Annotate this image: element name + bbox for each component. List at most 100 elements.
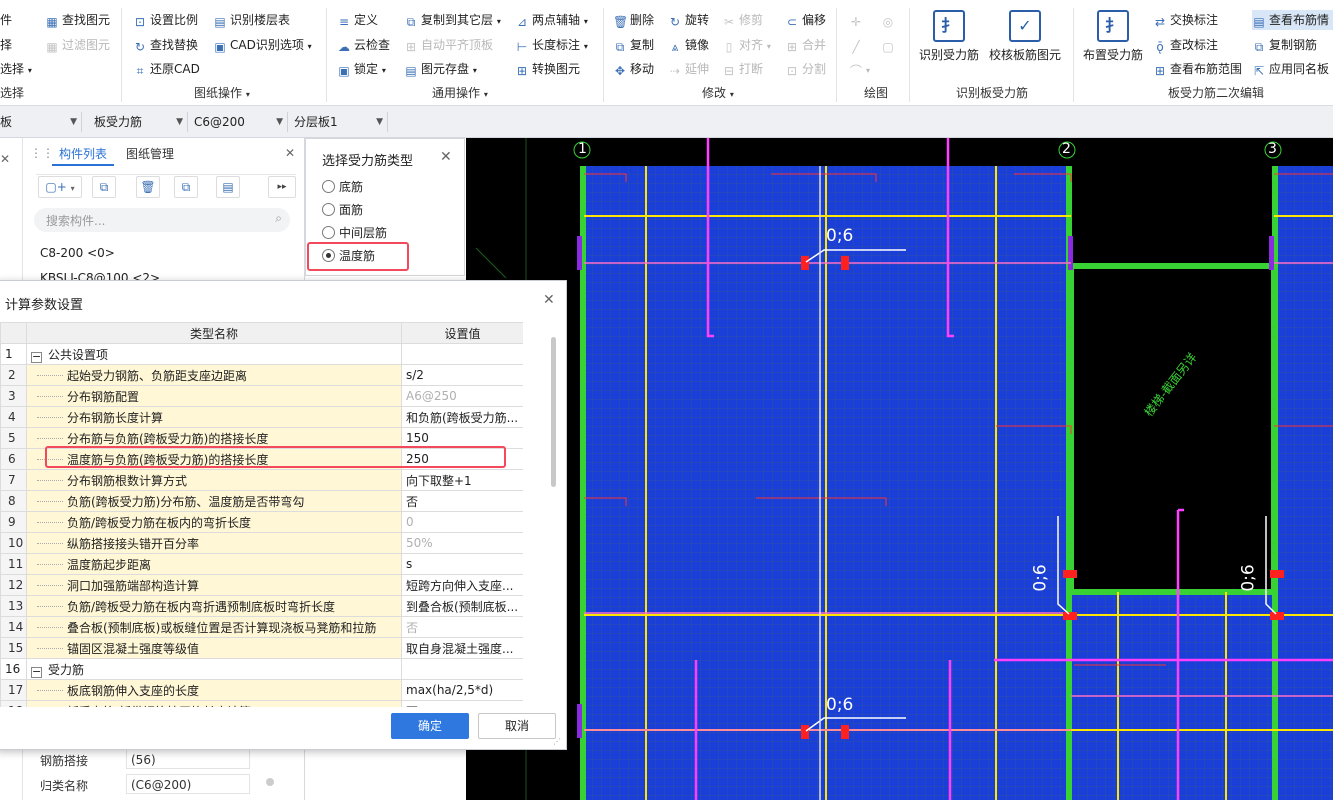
identify-rebar-button[interactable]: 扌识别受力筋 [916, 10, 982, 63]
cad-options-button[interactable]: ▣ CAD识别选项 ▾ [213, 35, 311, 55]
table-row[interactable]: 13 负筋/跨板受力筋在板内弯折遇预制底板时弯折长度 到叠合板(预制底板... [0, 595, 523, 617]
row-value[interactable]: 否 [401, 490, 523, 512]
rect-tool[interactable]: ▢ [881, 35, 898, 55]
table-row[interactable]: 18 板受力筋/板带钢筋按平均长度计算 否 [0, 700, 523, 707]
row-value[interactable]: 否 [401, 700, 523, 707]
swap-label-button[interactable]: ⇄ 交换标注 [1153, 10, 1218, 30]
arc-tool[interactable]: ⌒ ▾ [849, 59, 870, 79]
copy-button[interactable]: ⧉ 复制 [613, 35, 654, 55]
find-replace-button[interactable]: ↻ 查找替换 [133, 35, 198, 55]
table-row[interactable]: 15 锚固区混凝土强度等级值 取自身混凝土强度... [0, 637, 523, 659]
radio-bottom-rebar[interactable]: 底筋 [322, 177, 363, 197]
rotate-button[interactable]: ↻ 旋转 [668, 10, 709, 30]
cancel-button[interactable]: 取消 [478, 713, 556, 739]
two-point-axis-button[interactable]: ⊿ 两点辅轴 ▾ [515, 10, 588, 30]
table-row[interactable]: 8 负筋(跨板受力筋)分布筋、温度筋是否带弯勾 否 [0, 490, 523, 512]
set-scale-button[interactable]: ⊡ 设置比例 [133, 10, 198, 30]
row-value[interactable]: 到叠合板(预制底板... [401, 595, 523, 617]
restore-cad-button[interactable]: ⌗ 还原CAD [133, 59, 200, 79]
edit-label-button[interactable]: ǭ 查改标注 [1153, 35, 1218, 55]
row-value[interactable]: 取自身混凝土强度... [401, 637, 523, 659]
ribbon-item-partial[interactable]: 件 [0, 10, 12, 30]
cloud-check-button[interactable]: ☁ 云检查 [337, 35, 390, 55]
new-component-button[interactable]: ▢+ ▾ [38, 176, 82, 198]
row-value[interactable]: max(ha/2,5*d) [401, 679, 523, 701]
table-row[interactable]: 3 分布钢筋配置 A6@250 [0, 385, 523, 407]
table-row[interactable]: 9 负筋/跨板受力筋在板内的弯折长度 0 [0, 511, 523, 533]
copy-component-button[interactable]: ⧉ [92, 176, 116, 198]
place-rebar-button[interactable]: 扌布置受力筋 [1080, 10, 1146, 63]
prop-value[interactable]: (C6@200) [126, 774, 250, 794]
sub-type-select[interactable]: 板受力筋 ▼ [90, 112, 188, 132]
check-slab-rebar-button[interactable]: ✓ 校核板筋图元 [987, 10, 1063, 63]
row-value[interactable] [401, 343, 523, 365]
collapse-icon[interactable]: − [31, 351, 42, 363]
table-row[interactable]: 16− 受力筋 [0, 658, 523, 680]
row-value[interactable]: 0 [401, 511, 523, 533]
row-value[interactable]: 向下取整+1 [401, 469, 523, 491]
row-value[interactable]: 和负筋(跨板受力筋... [401, 406, 523, 428]
radio-top-rebar[interactable]: 面筋 [322, 200, 363, 220]
ok-button[interactable]: 确定 [391, 713, 469, 739]
element-type-select[interactable]: 板 ▼ [0, 112, 82, 132]
scrollbar[interactable] [551, 337, 556, 487]
mirror-button[interactable]: ⩓ 镜像 [668, 35, 709, 55]
length-dimension-button[interactable]: ⊢ 长度标注 ▾ [515, 35, 588, 55]
trim-button[interactable]: ✂ 修剪 [722, 10, 763, 30]
copy-rebar-button[interactable]: ⧉ 复制钢筋 [1252, 35, 1317, 55]
split-button[interactable]: ⊡ 分割 [785, 59, 826, 79]
delete-component-button[interactable]: 🗑 [136, 176, 160, 198]
drag-handle-icon[interactable]: ⋮⋮ [30, 146, 54, 160]
table-row[interactable]: 2 起始受力钢筋、负筋距支座边距离 s/2 [0, 364, 523, 386]
filter-element-button[interactable]: ▦ 过滤图元 [45, 35, 110, 55]
drawing-canvas[interactable]: 1 2 3 0;6 0;6 0;6 0;6 楼梯-截面另详 00 [466, 138, 1333, 800]
layer-copy-button[interactable]: ⧉ [174, 176, 198, 198]
convert-element-button[interactable]: ⊞ 转换图元 [515, 59, 580, 79]
row-value[interactable]: 否 [401, 616, 523, 638]
table-row[interactable]: 17 板底钢筋伸入支座的长度 max(ha/2,5*d) [0, 679, 523, 701]
close-icon[interactable]: ✕ [543, 292, 555, 308]
list-item[interactable]: C8-200 <0> [40, 246, 115, 260]
ribbon-item-partial[interactable]: 选择 ▾ [0, 59, 32, 79]
extend-button[interactable]: ⇢ 延伸 [668, 59, 709, 79]
ribbon-item-partial[interactable]: 择 [0, 35, 12, 55]
radio-middle-rebar[interactable]: 中间层筋 [322, 223, 387, 243]
table-row[interactable]: 4 分布钢筋长度计算 和负筋(跨板受力筋... [0, 406, 523, 428]
prop-value[interactable]: (56) [126, 749, 250, 769]
property-button[interactable]: ▤ [216, 176, 240, 198]
tab-component-list[interactable]: 构件列表 [52, 144, 114, 166]
row-value[interactable]: 短跨方向伸入支座... [401, 574, 523, 596]
view-layout-button[interactable]: ▤ 查看布筋情 [1252, 10, 1333, 30]
save-element-button[interactable]: ▤ 图元存盘 ▾ [404, 59, 477, 79]
rebar-spec-select[interactable]: C6@200 ▼ [190, 112, 288, 132]
row-value[interactable]: s/2 [401, 364, 523, 386]
delete-button[interactable]: 🗑 删除 [613, 10, 654, 30]
table-row[interactable]: 12 洞口加强筋端部构造计算 短跨方向伸入支座... [0, 574, 523, 596]
row-value[interactable] [401, 658, 523, 680]
point-tool[interactable]: ✛ [849, 10, 866, 30]
apply-same-slab-button[interactable]: ⇱ 应用同名板 [1252, 59, 1329, 79]
break-button[interactable]: ⊟ 打断 [722, 59, 763, 79]
tab-drawing-management[interactable]: 图纸管理 [126, 144, 174, 166]
close-icon[interactable]: ✕ [0, 152, 12, 166]
table-row[interactable]: 7 分布钢筋根数计算方式 向下取整+1 [0, 469, 523, 491]
table-row[interactable]: 10 纵筋搭接接头错开百分率 50% [0, 532, 523, 554]
copy-to-floor-button[interactable]: ⧉ 复制到其它层 ▾ [404, 10, 501, 30]
expand-button[interactable]: ▸▸ [268, 176, 296, 198]
close-icon[interactable]: ✕ [285, 146, 295, 160]
move-button[interactable]: ✥ 移动 [613, 59, 654, 79]
table-row[interactable]: 1− 公共设置项 [0, 343, 523, 365]
auto-align-top-button[interactable]: ⊞ 自动平齐顶板 [404, 35, 493, 55]
collapse-icon[interactable]: − [31, 666, 42, 678]
merge-button[interactable]: ⊞ 合并 [785, 35, 826, 55]
row-value[interactable]: 50% [401, 532, 523, 554]
offset-button[interactable]: ⊂ 偏移 [785, 10, 826, 30]
table-row[interactable]: 11 温度筋起步距离 s [0, 553, 523, 575]
close-icon[interactable]: ✕ [440, 149, 452, 165]
search-input[interactable]: 搜索构件... ⌕ [34, 208, 290, 232]
line-tool[interactable]: ╱ [849, 35, 866, 55]
align-button[interactable]: ▯ 对齐 ▾ [722, 35, 771, 55]
layer-select[interactable]: 分层板1 ▼ [290, 112, 388, 132]
table-row[interactable]: 14 叠合板(预制底板)或板缝位置是否计算现浇板马凳筋和拉筋 否 [0, 616, 523, 638]
circle-tool[interactable]: ◎ [881, 10, 898, 30]
